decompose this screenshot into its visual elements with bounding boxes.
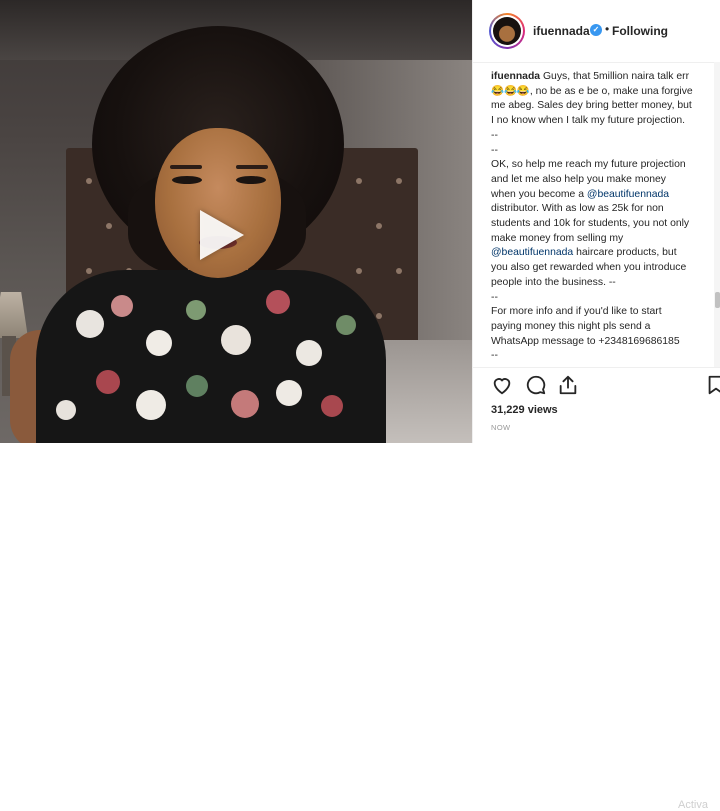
caption-line: me abeg. Sales dey bring better money, b… <box>491 100 692 112</box>
caption-line: -- <box>491 291 498 303</box>
caption-line: OK, so help me reach my future projectio… <box>491 159 686 171</box>
comment-icon[interactable] <box>525 374 547 396</box>
mention-link[interactable]: @beautifuennada <box>587 189 669 200</box>
floral-top <box>36 270 386 443</box>
caption-line: For more info and if you'd like to start <box>491 306 662 318</box>
share-icon[interactable] <box>557 374 579 396</box>
caption-line: WhatsApp message to +2348169686185 <box>491 335 680 347</box>
caption-line: -- <box>491 129 498 141</box>
post-panel: ifuennada ✓ • Following ifuennada Guys, … <box>472 0 720 811</box>
verified-badge-icon: ✓ <box>590 24 602 36</box>
caption-line: when you become a <box>491 188 584 200</box>
caption-line: -- <box>491 350 498 362</box>
scrollbar[interactable] <box>714 62 720 367</box>
right-eyebrow <box>236 165 268 169</box>
post-timestamp: NOW <box>491 423 511 432</box>
caption-line: -- <box>491 144 498 156</box>
separator-dot: • <box>605 22 610 36</box>
right-eye <box>236 176 266 184</box>
avatar-image <box>493 17 521 45</box>
username[interactable]: ifuennada <box>533 24 590 38</box>
caption: ifuennada Guys, that 5million naira talk… <box>491 70 720 366</box>
left-eye <box>172 176 202 184</box>
post-header: ifuennada ✓ • Following <box>473 0 720 63</box>
mention-link[interactable]: @beautifuennada <box>491 247 573 258</box>
caption-username[interactable]: ifuennada <box>491 71 540 82</box>
caption-line: people into the business. -- <box>491 276 616 288</box>
video-player[interactable] <box>0 0 472 443</box>
caption-line: students and 10k for students, you not o… <box>491 218 690 230</box>
caption-line: haircare products, but <box>576 247 677 259</box>
lamp <box>0 292 28 338</box>
caption-line: and let me also help you make money <box>491 173 667 185</box>
following-button[interactable]: Following <box>612 24 668 38</box>
bookmark-icon[interactable] <box>705 374 720 396</box>
caption-line: paying money this night pls send a <box>491 320 651 332</box>
play-icon[interactable] <box>200 210 244 260</box>
scrollbar-thumb[interactable] <box>715 292 720 308</box>
caption-line: 😂😂😂, no be as e be o, make una forgive <box>491 85 693 97</box>
left-eyebrow <box>170 165 202 169</box>
bed <box>380 340 472 443</box>
avatar[interactable] <box>489 13 525 49</box>
action-bar: 31,229 views NOW Activa <box>473 367 720 811</box>
caption-line: I no know when I talk my future projecti… <box>491 115 686 127</box>
caption-line: distributor. With as low as 25k for non <box>491 203 664 215</box>
view-count[interactable]: 31,229 views <box>491 404 558 416</box>
caption-line: make money from selling my <box>491 232 624 244</box>
caption-line: Guys, that 5million naira talk err <box>542 71 690 82</box>
activate-watermark: Activa <box>678 799 708 811</box>
caption-line: you also get rewarded when you introduce <box>491 262 687 274</box>
heart-icon[interactable] <box>491 374 513 396</box>
